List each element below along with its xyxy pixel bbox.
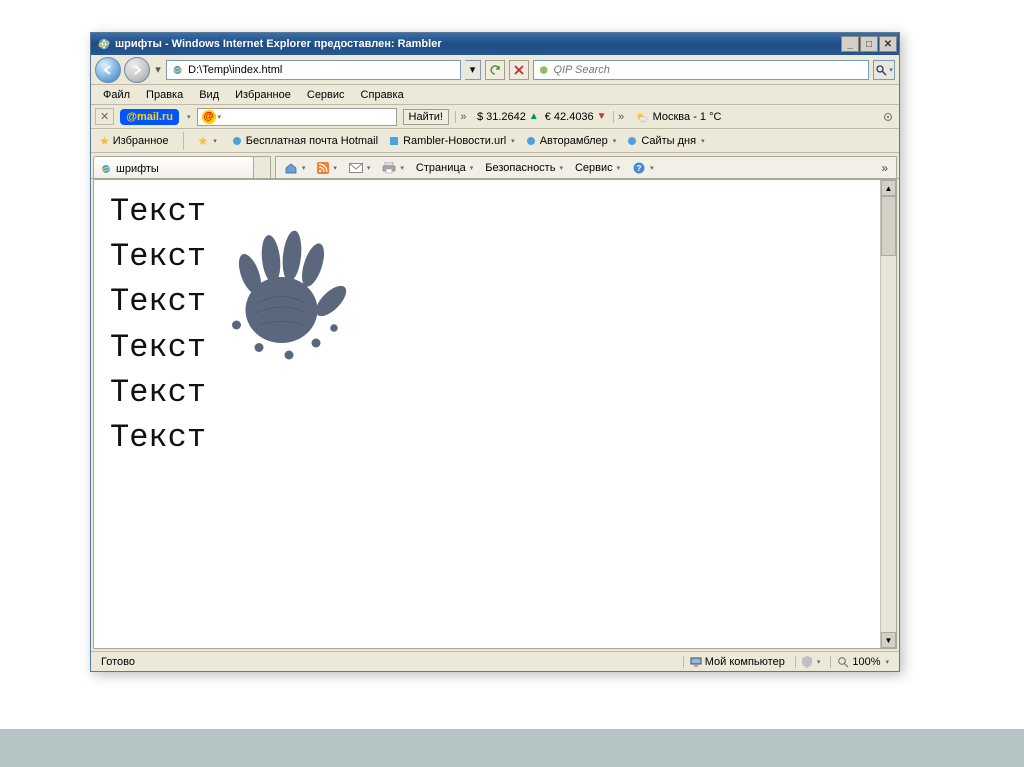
window-title: шрифты - Windows Internet Explorer предо… bbox=[115, 38, 837, 50]
link-sites-of-day[interactable]: Сайты дня▾ bbox=[626, 135, 704, 147]
toolbar-overflow[interactable]: » bbox=[877, 161, 892, 175]
vertical-scrollbar[interactable]: ▲ ▼ bbox=[880, 180, 896, 648]
computer-icon bbox=[690, 656, 702, 668]
feeds-button[interactable]: ▾ bbox=[313, 159, 341, 177]
page-menu[interactable]: Страница▾ bbox=[412, 159, 477, 177]
address-dropdown[interactable]: ▾ bbox=[465, 60, 481, 80]
qip-icon bbox=[538, 64, 549, 76]
at-icon: @ bbox=[202, 110, 216, 124]
favorites-button[interactable]: ★Избранное bbox=[95, 132, 173, 150]
shield-icon bbox=[802, 656, 812, 668]
toolbar-close-button[interactable]: ✕ bbox=[95, 108, 114, 125]
currency-more[interactable]: » bbox=[613, 111, 629, 123]
content-area: Текст Текст Текст Текст Текст Текст ▲ ▼ bbox=[93, 179, 897, 649]
scroll-down-button[interactable]: ▼ bbox=[881, 632, 896, 648]
scroll-up-button[interactable]: ▲ bbox=[881, 180, 896, 196]
text-line-5: Текст bbox=[110, 375, 864, 410]
menu-edit[interactable]: Правка bbox=[138, 87, 191, 103]
add-favorite-button[interactable]: ★▾ bbox=[194, 132, 221, 150]
security-menu[interactable]: Безопасность▾ bbox=[481, 159, 567, 177]
help-button[interactable]: ?▾ bbox=[628, 159, 658, 177]
status-zone: Мой компьютер bbox=[683, 656, 791, 668]
weather-icon bbox=[635, 110, 649, 124]
nav-history-dropdown[interactable]: ▾ bbox=[153, 63, 163, 76]
status-bar: Готово Мой компьютер ▾ 100% ▾ bbox=[91, 651, 899, 671]
command-bar: ▾ ▾ ▾ ▾ Страница▾ Безопасность▾ Сервис▾ … bbox=[275, 156, 897, 178]
stop-button[interactable] bbox=[509, 60, 529, 80]
mailru-dropdown[interactable]: ▾ bbox=[187, 113, 191, 121]
menu-favorites[interactable]: Избранное bbox=[227, 87, 299, 103]
menu-help[interactable]: Справка bbox=[353, 87, 412, 103]
mailru-toolbar: ✕ @mail.ru ▾ @ ▾ Найти! » $ 31.2642 ▲ € … bbox=[91, 105, 899, 129]
address-bar bbox=[166, 60, 461, 80]
currency-eur: € 42.4036 ▼ bbox=[545, 111, 607, 123]
page-body: Текст Текст Текст Текст Текст Текст bbox=[94, 180, 880, 648]
search-input[interactable] bbox=[553, 64, 864, 76]
ie-window: шрифты - Windows Internet Explorer предо… bbox=[90, 32, 900, 672]
link-rambler-news[interactable]: Rambler-Новости.url▾ bbox=[388, 135, 515, 147]
maximize-button[interactable]: □ bbox=[860, 36, 878, 52]
mail-button[interactable]: ▾ bbox=[345, 159, 375, 177]
back-button[interactable] bbox=[95, 57, 121, 83]
mailru-search-box: @ ▾ bbox=[197, 108, 397, 126]
text-line-3: Текст bbox=[110, 284, 864, 319]
mailru-logo[interactable]: @mail.ru bbox=[120, 109, 179, 125]
close-button[interactable]: ✕ bbox=[879, 36, 897, 52]
scroll-thumb[interactable] bbox=[881, 196, 896, 256]
zoom-icon bbox=[837, 656, 849, 668]
minimize-button[interactable]: _ bbox=[841, 36, 859, 52]
mailru-more[interactable]: » bbox=[455, 111, 471, 123]
currency-usd: $ 31.2642 ▲ bbox=[477, 111, 539, 123]
search-button[interactable]: ▾ bbox=[873, 60, 895, 80]
text-line-4: Текст bbox=[110, 330, 864, 365]
settings-icon[interactable] bbox=[881, 110, 895, 124]
tab-active[interactable]: шрифты bbox=[93, 156, 254, 178]
ie-icon bbox=[97, 37, 111, 51]
tab-bar: шрифты ▾ ▾ ▾ ▾ Страница▾ Безопасность▾ С… bbox=[91, 153, 899, 179]
ie-icon bbox=[100, 163, 112, 175]
forward-button[interactable] bbox=[124, 57, 150, 83]
weather[interactable]: Москва - 1 °C bbox=[635, 110, 722, 124]
titlebar: шрифты - Windows Internet Explorer предо… bbox=[91, 33, 899, 55]
new-tab-button[interactable] bbox=[253, 156, 271, 178]
svg-text:?: ? bbox=[637, 164, 642, 173]
favorites-bar: ★Избранное ★▾ Бесплатная почта Hotmail R… bbox=[91, 129, 899, 153]
menu-tools[interactable]: Сервис bbox=[299, 87, 353, 103]
menu-bar: Файл Правка Вид Избранное Сервис Справка bbox=[91, 85, 899, 105]
star-add-icon: ★ bbox=[198, 134, 209, 148]
mailru-find-button[interactable]: Найти! bbox=[403, 109, 449, 125]
text-line-2: Текст bbox=[110, 239, 864, 274]
status-ready: Готово bbox=[95, 656, 475, 668]
home-button[interactable]: ▾ bbox=[280, 159, 310, 177]
protected-mode[interactable]: ▾ bbox=[795, 656, 827, 668]
text-line-1: Текст bbox=[110, 194, 864, 229]
link-hotmail[interactable]: Бесплатная почта Hotmail bbox=[231, 135, 378, 147]
search-box bbox=[533, 60, 869, 80]
zoom-control[interactable]: 100% ▾ bbox=[830, 656, 895, 668]
menu-view[interactable]: Вид bbox=[191, 87, 227, 103]
address-input[interactable] bbox=[188, 64, 456, 76]
service-menu[interactable]: Сервис▾ bbox=[571, 159, 624, 177]
refresh-button[interactable] bbox=[485, 60, 505, 80]
slide-footer bbox=[0, 729, 1024, 767]
star-icon: ★ bbox=[99, 134, 110, 148]
print-button[interactable]: ▾ bbox=[378, 159, 408, 177]
navigation-bar: ▾ ▾ ▾ bbox=[91, 55, 899, 85]
text-line-6: Текст bbox=[110, 420, 864, 455]
menu-file[interactable]: Файл bbox=[95, 87, 138, 103]
page-icon bbox=[171, 63, 184, 77]
link-autorambler[interactable]: Авторамблер▾ bbox=[525, 135, 617, 147]
